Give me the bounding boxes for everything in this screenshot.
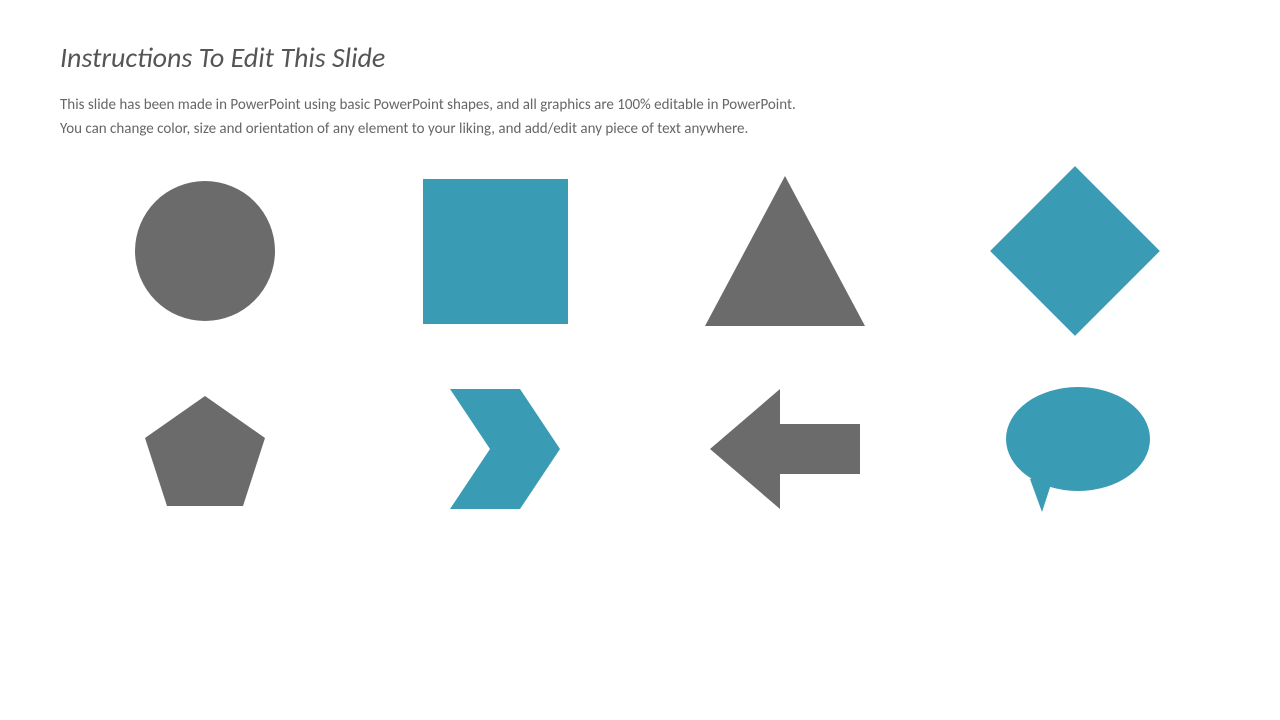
square-shape (423, 179, 568, 324)
slide: Instructions To Edit This Slide This sli… (0, 0, 1280, 720)
chevron-shape (430, 389, 560, 514)
page-title: Instructions To Edit This Slide (60, 40, 1220, 75)
shape-wrapper-arrow (645, 371, 925, 531)
description: This slide has been made in PowerPoint u… (60, 93, 1220, 141)
shapes-container (60, 171, 1220, 531)
shape-wrapper-circle (65, 171, 345, 331)
circle-shape (135, 181, 275, 321)
shape-wrapper-pentagon (65, 371, 345, 531)
triangle-shape (705, 176, 865, 326)
shape-wrapper-bubble (935, 371, 1215, 531)
speech-bubble-shape (1000, 384, 1150, 519)
shape-wrapper-square (355, 171, 635, 331)
pentagon-shape (140, 391, 270, 511)
shapes-row-1 (60, 171, 1220, 331)
shape-wrapper-triangle (645, 171, 925, 331)
shape-wrapper-chevron (355, 371, 635, 531)
shape-wrapper-diamond (935, 171, 1215, 331)
description-line1: This slide has been made in PowerPoint u… (60, 96, 796, 114)
diamond-shape (990, 166, 1160, 336)
description-line2: You can change color, size and orientati… (60, 120, 748, 138)
arrow-left-shape (710, 389, 860, 514)
shapes-row-2 (60, 371, 1220, 531)
